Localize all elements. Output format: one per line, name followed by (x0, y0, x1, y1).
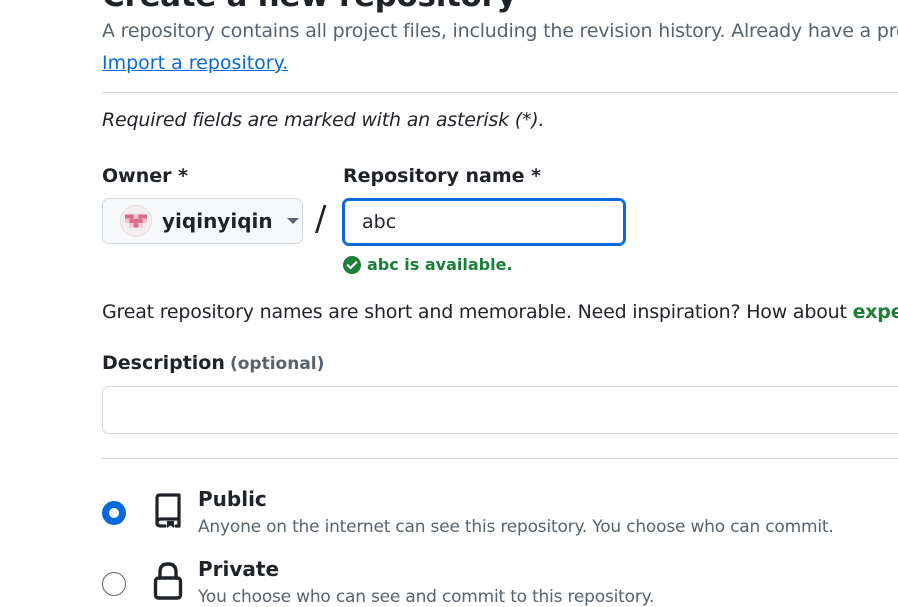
required-fields-note: Required fields are marked with an aster… (102, 109, 545, 131)
suggested-name-link[interactable]: exper (853, 301, 898, 323)
owner-repo-separator: / (315, 199, 327, 239)
public-radio[interactable] (102, 501, 126, 525)
name-suggestion: Great repository names are short and mem… (102, 301, 898, 323)
divider (102, 458, 898, 459)
owner-label: Owner * (102, 165, 189, 187)
divider (102, 92, 898, 93)
visibility-public-label: Public (198, 487, 267, 511)
availability-text: abc is available. (367, 255, 513, 274)
lock-icon (153, 561, 183, 605)
page-title: Create a new repository (102, 0, 517, 14)
owner-select-button[interactable]: yiqinyiqin (102, 198, 303, 244)
owner-name: yiqinyiqin (162, 209, 273, 233)
description-label: Description (102, 352, 225, 374)
repo-icon (152, 493, 184, 533)
repository-name-label: Repository name * (343, 165, 542, 187)
chevron-down-icon (286, 218, 299, 224)
private-radio[interactable] (102, 572, 126, 596)
suggestion-text: Great repository names are short and mem… (102, 301, 853, 323)
import-repository-link[interactable]: Import a repository. (102, 52, 288, 74)
description-input[interactable] (102, 386, 898, 434)
visibility-public-description: Anyone on the internet can see this repo… (198, 517, 834, 537)
optional-hint: (optional) (229, 354, 325, 374)
check-circle-icon (343, 255, 361, 274)
identicon-icon (125, 214, 147, 228)
page-intro: A repository contains all project files,… (102, 20, 898, 42)
visibility-private-label: Private (198, 557, 280, 581)
visibility-private-description: You choose who can see and commit to thi… (198, 587, 655, 607)
availability-status: abc is available. (343, 255, 513, 274)
avatar (120, 205, 152, 237)
repository-name-input[interactable] (342, 198, 626, 246)
description-label-row: Description (optional) (102, 352, 324, 374)
